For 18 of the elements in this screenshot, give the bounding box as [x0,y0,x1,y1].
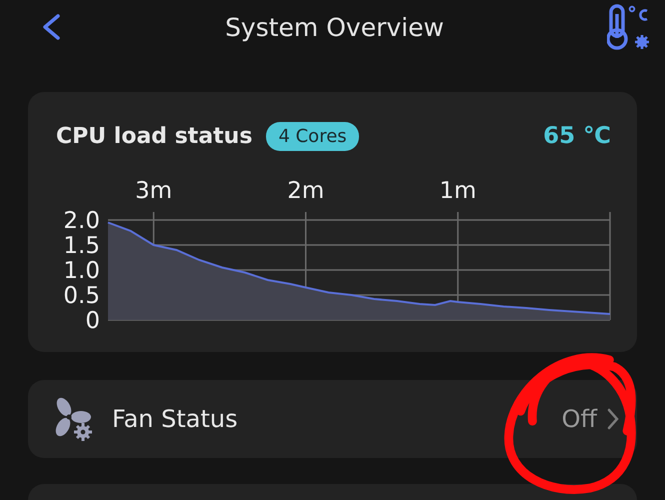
fan-status-value: Off [562,405,597,433]
y-tick-label: 2.0 [63,208,100,234]
cores-badge: 4 Cores [266,122,359,150]
y-tick-label: 1.5 [63,233,100,259]
y-tick-label: 1.0 [63,258,100,284]
x-tick-label: 3m [135,178,172,204]
chevron-right-icon [607,408,619,430]
thermometer-gear-icon[interactable] [607,4,651,50]
page-title: System Overview [225,12,444,42]
fan-status-row[interactable]: Fan Status Off [28,380,637,458]
x-tick-label: 2m [287,178,324,204]
y-tick-label: 0.5 [63,283,100,309]
card-title: CPU load status [56,124,252,148]
fan-status-label: Fan Status [112,405,238,433]
y-tick-label: 0 [85,308,100,333]
x-tick-label: 1m [439,178,476,204]
temperature-reading: 65 ℃ [543,123,611,149]
back-icon[interactable] [40,14,62,40]
